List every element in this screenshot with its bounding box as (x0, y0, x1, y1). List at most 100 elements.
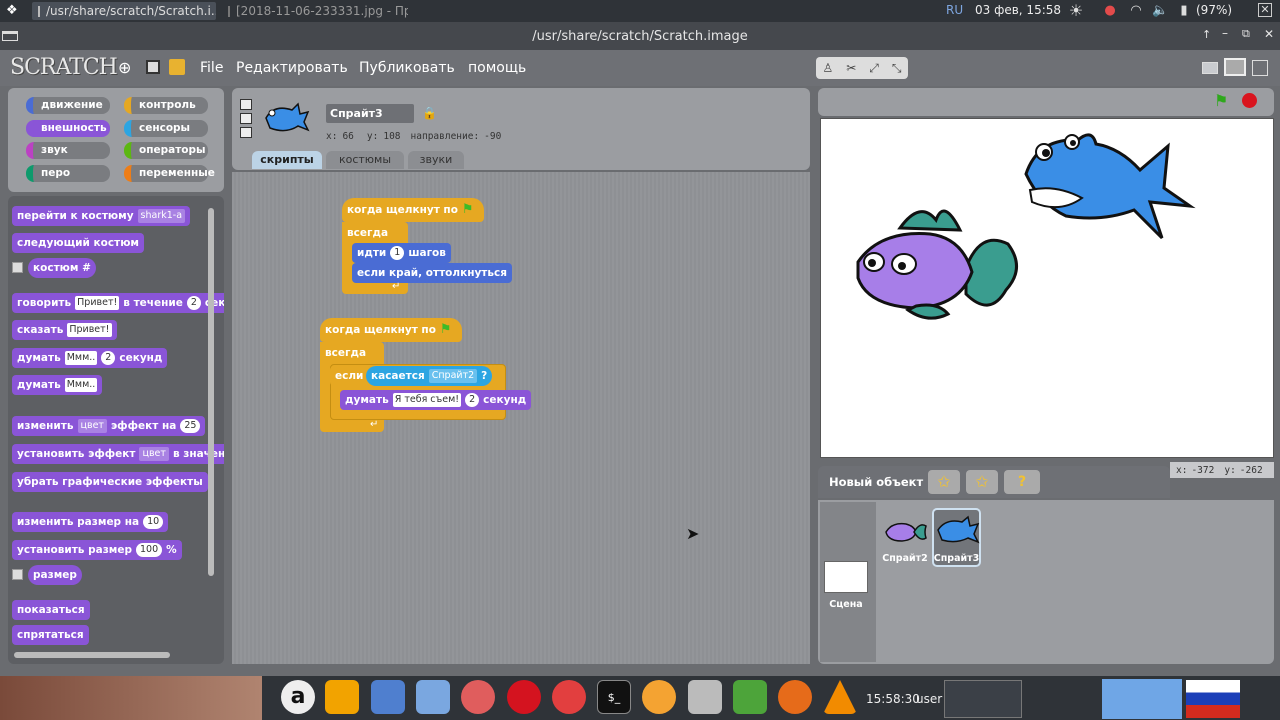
menu-publish[interactable]: Публиковать (359, 60, 455, 76)
minimize-icon[interactable]: – (1222, 26, 1228, 40)
shark-sprite[interactable] (1024, 133, 1196, 240)
block-change-effect[interactable]: изменить цвет эффект на 25 (12, 416, 206, 436)
small-stage-icon[interactable] (1202, 62, 1218, 74)
rotate-style-buttons[interactable] (240, 99, 252, 139)
block-set-effect[interactable]: установить эффектцветв значение (12, 444, 224, 464)
block-think-for-script[interactable]: думать Я тебя съем! 2 секунд (340, 390, 532, 410)
vivaldi-icon[interactable] (552, 680, 586, 714)
block-costume-num[interactable]: костюм # (28, 258, 96, 278)
category-control[interactable]: контроль (124, 97, 208, 114)
normal-stage-icon[interactable] (1224, 58, 1246, 76)
block-say-for[interactable]: говоритьПривет!в течение2секунд (12, 293, 224, 313)
maximize-icon[interactable]: ⧉ (1242, 27, 1250, 41)
block-say[interactable]: сказать Привет! (12, 320, 117, 340)
save-icon[interactable] (146, 60, 160, 74)
russian-flag-icon[interactable] (1186, 680, 1240, 718)
green-flag-button[interactable]: ⚑ (1214, 91, 1228, 110)
tab-sounds[interactable]: звуки (408, 151, 464, 169)
share-icon[interactable] (169, 59, 185, 75)
size-checkbox[interactable] (12, 569, 23, 580)
fish-sprite[interactable] (856, 209, 1018, 320)
category-sensing[interactable]: сенсоры (124, 120, 208, 137)
tab-scripts[interactable]: скрипты (252, 151, 322, 169)
record-icon[interactable]: ● (1102, 3, 1118, 19)
rotate-icon[interactable] (240, 99, 252, 110)
block-think-for[interactable]: думать Ммм.. 2 секунд (12, 348, 168, 368)
category-motion[interactable]: движение (26, 97, 110, 114)
block-next-costume[interactable]: следующий костюм (12, 233, 144, 253)
window-up-icon[interactable]: ↑ (1202, 28, 1211, 41)
settings-icon[interactable] (733, 680, 767, 714)
palette-vertical-scrollbar[interactable] (208, 208, 214, 576)
taskbar-clock[interactable]: 15:58:30 (866, 692, 920, 706)
app-a-icon[interactable]: a (281, 680, 315, 714)
block-switch-costume[interactable]: перейти к костюму shark1-a (12, 206, 191, 226)
file-manager-icon[interactable] (416, 680, 450, 714)
keyboard-layout[interactable]: RU (946, 3, 963, 17)
category-pen[interactable]: перо (26, 165, 110, 182)
flip-icon[interactable] (240, 113, 252, 124)
block-touching[interactable]: касается Спрайт2? (366, 366, 493, 386)
block-palette[interactable]: перейти к костюму shark1-a следующий кост… (8, 196, 224, 664)
block-show[interactable]: показаться (12, 600, 90, 620)
category-sound[interactable]: звук (26, 142, 110, 159)
category-operators[interactable]: операторы (124, 142, 208, 159)
block-set-size[interactable]: установить размер 100% (12, 540, 182, 560)
category-variables[interactable]: переменные (124, 165, 215, 182)
taskbar-user[interactable]: user (916, 692, 942, 706)
hat-green-flag-1[interactable]: когда щелкнут по ⚑ (342, 198, 484, 222)
costume-num-checkbox[interactable] (12, 262, 23, 273)
volume-icon[interactable]: 🔈 (1152, 3, 1168, 19)
grow-icon[interactable]: ⤢ (869, 61, 879, 76)
clock[interactable]: 03 фев, 15:58 (975, 3, 1061, 17)
presentation-icon[interactable] (1252, 60, 1268, 76)
block-move[interactable]: идти 1 шагов (352, 243, 451, 263)
taskbar-window-scratch[interactable]: /usr/share/scratch/Scratch.i... (32, 2, 216, 20)
menu-file[interactable]: File (200, 60, 223, 76)
active-window-button[interactable] (1102, 679, 1182, 719)
paint-new-sprite-button[interactable]: ✩ (928, 470, 960, 494)
terminal-icon[interactable]: $_ (597, 680, 631, 714)
window-close-icon[interactable]: ✕ (1264, 27, 1274, 41)
brightness-icon[interactable]: ☀ (1064, 3, 1088, 19)
stage-thumbnail[interactable] (824, 561, 868, 593)
category-looks[interactable]: внешность (26, 120, 110, 137)
block-size[interactable]: размер (28, 565, 82, 585)
choose-sprite-file-button[interactable]: ✩ (966, 470, 998, 494)
close-icon[interactable]: ✕ (1258, 3, 1272, 17)
firefox-icon[interactable] (778, 680, 812, 714)
block-think[interactable]: думать Ммм.. (12, 375, 103, 395)
block-hide[interactable]: спрятаться (12, 625, 89, 645)
camera-icon[interactable] (688, 680, 722, 714)
block-clear-effects[interactable]: убрать графические эффекты (12, 472, 208, 492)
sprite2-thumbnail[interactable] (882, 514, 928, 548)
calculator-icon[interactable] (371, 680, 405, 714)
scripts-area[interactable] (232, 172, 810, 664)
menu-edit[interactable]: Редактировать (236, 60, 348, 76)
app-menu-icon[interactable]: ❖ (6, 3, 22, 19)
taskbar-window-image[interactable]: [2018-11-06-233331.jpg - Пр... (222, 2, 408, 20)
window-title-bar[interactable]: /usr/share/scratch/Scratch.image ↑ – ⧉ ✕ (0, 22, 1280, 50)
language-globe-icon[interactable]: ⊕ (118, 58, 131, 77)
touching-dropdown[interactable]: Спрайт2 (428, 369, 478, 383)
costume-dropdown[interactable]: shark1-a (137, 209, 186, 223)
block-bounce[interactable]: если край, оттолкнуться (352, 263, 512, 283)
stop-button[interactable] (1242, 93, 1257, 108)
battery-icon[interactable]: ▮ (1176, 3, 1192, 19)
tab-costumes[interactable]: костюмы (326, 151, 404, 169)
menu-help[interactable]: помощь (468, 60, 526, 76)
lock-icon[interactable]: 🔒 (422, 106, 437, 120)
block-change-size[interactable]: изменить размер на 10 (12, 512, 169, 532)
show-desktop-button[interactable] (944, 680, 1022, 718)
delete-icon[interactable]: ✂ (846, 61, 856, 75)
shrink-icon[interactable]: ⤡ (892, 61, 902, 76)
sprite-name-field[interactable]: Спрайт3 (326, 104, 414, 123)
no-rotate-icon[interactable] (240, 127, 252, 138)
palette-horizontal-scrollbar[interactable] (14, 652, 170, 658)
hat-green-flag-2[interactable]: когда щелкнут по ⚑ (320, 318, 462, 342)
duplicate-icon[interactable]: ♙ (822, 61, 833, 75)
random-sprite-button[interactable]: ? (1004, 470, 1040, 494)
headphones-icon[interactable] (325, 680, 359, 714)
scratch-cat-icon[interactable] (642, 680, 676, 714)
wifi-icon[interactable]: ◠ (1128, 3, 1144, 19)
